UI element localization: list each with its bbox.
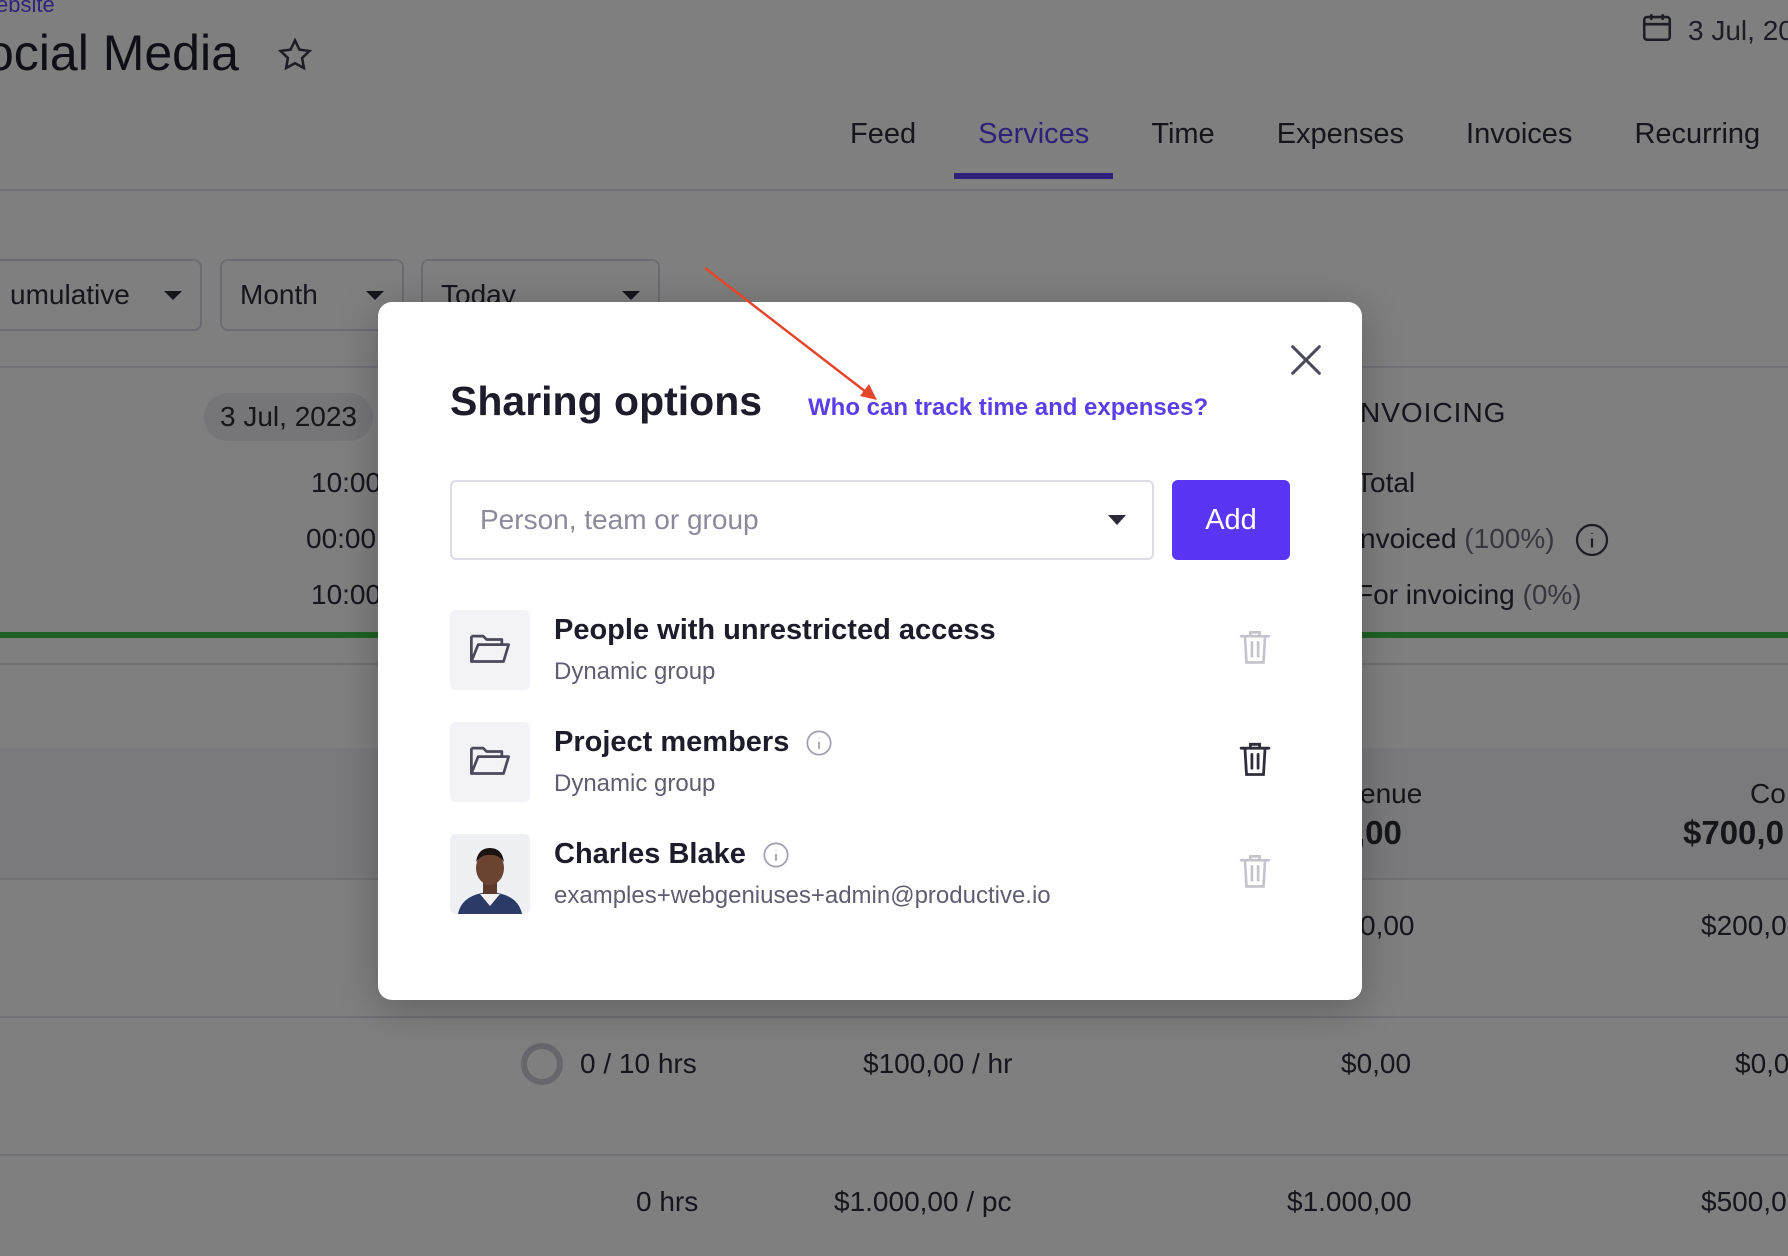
share-item: Charles Blake examples+webgeniuses+admin…: [450, 834, 1290, 916]
share-item-title: Charles Blake: [554, 838, 790, 871]
share-item-name: People with unrestricted access: [554, 614, 996, 646]
share-item-subtitle: examples+webgeniuses+admin@productive.io: [554, 882, 1051, 909]
add-button[interactable]: Add: [1172, 480, 1290, 560]
share-item-title: Project members: [554, 726, 833, 759]
caret-down-icon[interactable]: [1108, 515, 1126, 525]
share-item-subtitle: Dynamic group: [554, 658, 716, 685]
folder-open-icon: [468, 741, 512, 784]
share-item: Project members Dynamic group: [450, 722, 1290, 804]
sharing-options-modal: Sharing options Who can track time and e…: [378, 302, 1362, 1000]
info-icon[interactable]: [762, 841, 790, 869]
info-icon[interactable]: [805, 729, 833, 757]
share-target-input[interactable]: [478, 503, 1108, 537]
share-item-name: Project members: [554, 726, 790, 758]
share-target-select[interactable]: [450, 480, 1154, 560]
share-item-name: Charles Blake: [554, 838, 746, 870]
share-item-subtitle: Dynamic group: [554, 770, 716, 797]
folder-tile: [450, 722, 530, 802]
close-icon[interactable]: [1286, 340, 1326, 385]
avatar: [450, 834, 530, 914]
folder-open-icon: [468, 629, 512, 672]
help-link[interactable]: Who can track time and expenses?: [808, 394, 1208, 422]
trash-icon: [1238, 628, 1272, 671]
share-item-title: People with unrestricted access: [554, 614, 996, 647]
trash-icon: [1238, 852, 1272, 895]
share-item: People with unrestricted access Dynamic …: [450, 610, 1290, 692]
trash-icon[interactable]: [1238, 740, 1272, 783]
modal-title: Sharing options: [450, 378, 763, 424]
folder-tile: [450, 610, 530, 690]
